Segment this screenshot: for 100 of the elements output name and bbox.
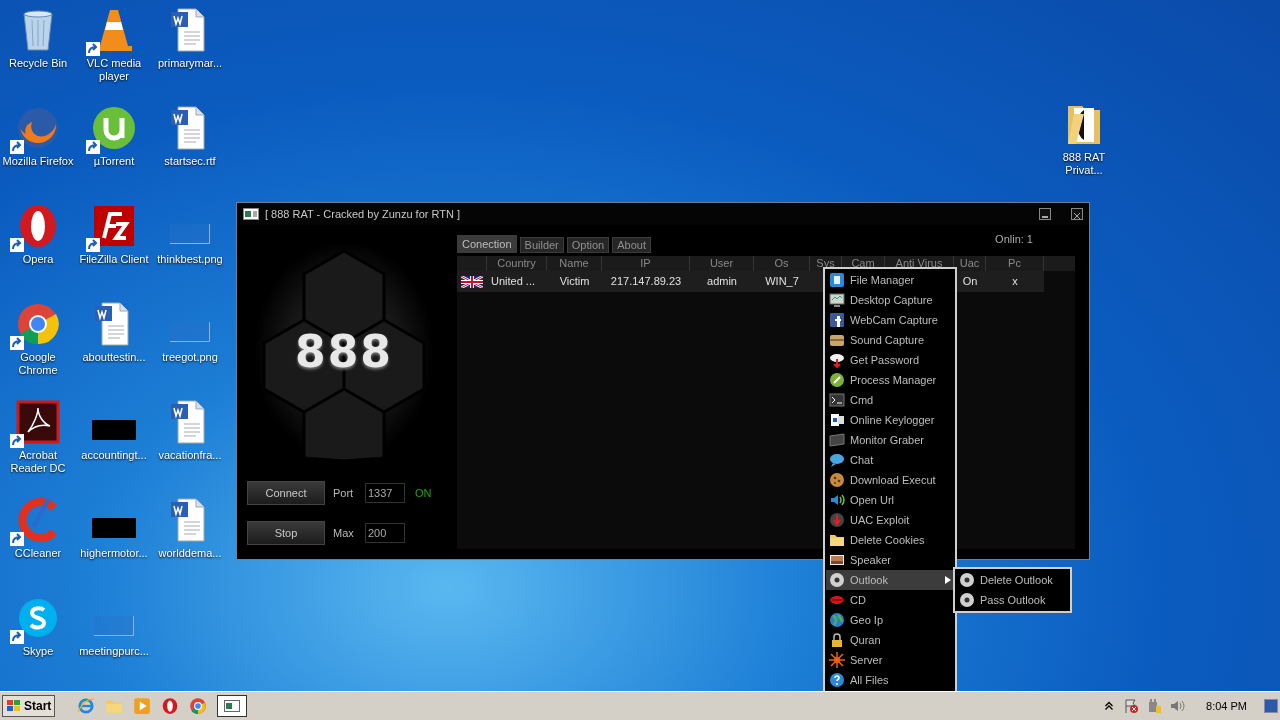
table-cell-text: x bbox=[1011, 274, 1019, 289]
menu-item[interactable]: Speaker bbox=[826, 550, 954, 570]
desktop-icon-label[interactable]: Mozilla Firefox bbox=[0, 155, 76, 168]
menu-item[interactable]: UAC Exploit bbox=[826, 510, 954, 530]
disc-icon bbox=[829, 572, 845, 588]
window-icon bbox=[243, 208, 259, 220]
sun-icon bbox=[829, 652, 845, 668]
menu-item[interactable]: Pass Outlook bbox=[956, 590, 1069, 610]
menu-item[interactable]: Server bbox=[826, 650, 954, 670]
folder-icon bbox=[829, 532, 845, 548]
monitor-icon bbox=[829, 292, 845, 308]
tile-icon bbox=[829, 272, 845, 288]
shortcut-arrow-icon bbox=[86, 140, 100, 154]
internet-explorer-icon[interactable] bbox=[77, 697, 96, 715]
image-thumbnail-icon bbox=[170, 322, 210, 342]
table-cell-text: WIN_7 bbox=[764, 274, 800, 289]
table-cell-text: United ... bbox=[490, 274, 537, 289]
desktop-icon-label[interactable]: Opera bbox=[0, 253, 76, 266]
table-cell-text: Victim bbox=[558, 274, 591, 289]
flag-icon[interactable] bbox=[1123, 698, 1140, 714]
menu-item[interactable]: WebCam Capture bbox=[826, 310, 954, 330]
tab[interactable]: Option bbox=[566, 237, 610, 253]
online-count: Onlin: 1 bbox=[995, 233, 1033, 245]
desktop-icon-label[interactable]: thinkbest.png bbox=[152, 253, 228, 266]
cloud-icon bbox=[829, 352, 845, 368]
image-thumbnail-icon bbox=[92, 518, 136, 538]
media-player-icon[interactable] bbox=[133, 697, 152, 715]
globe-icon bbox=[829, 612, 845, 628]
menu-item[interactable]: Quran bbox=[826, 630, 954, 650]
minimize-icon bbox=[1042, 216, 1048, 218]
menu-item[interactable]: Open Url bbox=[826, 490, 954, 510]
shortcut-arrow-icon bbox=[86, 238, 100, 252]
opera-icon[interactable] bbox=[161, 697, 180, 715]
utorrent-icon bbox=[90, 104, 138, 152]
power-plug-icon[interactable] bbox=[1146, 698, 1163, 714]
menu-item[interactable]: Download Execut bbox=[826, 470, 954, 490]
desktop-icon-label[interactable]: accountingt... bbox=[76, 449, 152, 462]
menu-item[interactable]: Process Manager bbox=[826, 370, 954, 390]
menu-item[interactable]: Desktop Capture bbox=[826, 290, 954, 310]
shortcut-arrow-icon bbox=[10, 336, 24, 350]
desktop-icon-label[interactable]: meetingpurc... bbox=[76, 645, 152, 658]
speaker-icon bbox=[829, 492, 845, 508]
monitor-icon bbox=[829, 432, 845, 448]
desktop-icon-label[interactable]: Acrobat Reader DC bbox=[0, 449, 76, 475]
menu-item[interactable]: File Manager bbox=[826, 270, 954, 290]
menu-item[interactable]: Outlook bbox=[826, 570, 954, 590]
desktop-icon-label[interactable]: µTorrent bbox=[76, 155, 152, 168]
desktop-icon-label[interactable]: worlddema... bbox=[152, 547, 228, 560]
desktop-icon-label[interactable]: Skype bbox=[0, 645, 76, 658]
menu-item[interactable]: Chat bbox=[826, 450, 954, 470]
tab[interactable]: About bbox=[612, 237, 651, 253]
table-cell-text: On bbox=[961, 274, 979, 289]
max-field[interactable]: 200 bbox=[365, 523, 405, 543]
speaker-icon[interactable] bbox=[1169, 698, 1186, 714]
menu-item[interactable]: Sound Capture bbox=[826, 330, 954, 350]
port-label: Port bbox=[333, 487, 355, 499]
speech-bubble-icon bbox=[829, 452, 845, 468]
menu-item[interactable]: Get Password bbox=[826, 350, 954, 370]
clock[interactable]: 8:04 PM bbox=[1206, 700, 1247, 712]
menu-item[interactable]: Online Keylogger bbox=[826, 410, 954, 430]
tab[interactable]: Builder bbox=[519, 237, 564, 253]
show-desktop-button[interactable] bbox=[1264, 699, 1278, 713]
desktop-icon-label[interactable]: abouttestin... bbox=[76, 351, 152, 364]
desktop-icon-label[interactable]: vacationfra... bbox=[152, 449, 228, 462]
tile-icon bbox=[829, 312, 845, 328]
windows-logo-icon bbox=[6, 699, 22, 713]
desktop-icon-label[interactable]: 888 RAT Privat... bbox=[1046, 151, 1122, 177]
disc-icon bbox=[959, 592, 975, 608]
status-text: ON bbox=[415, 487, 433, 499]
desktop-icon-label[interactable]: Recycle Bin bbox=[0, 57, 76, 70]
desktop-icon-label[interactable]: primarymar... bbox=[152, 57, 228, 70]
taskbar-window-button[interactable] bbox=[217, 695, 248, 717]
document-icon bbox=[829, 412, 845, 428]
tab[interactable]: Conection bbox=[457, 235, 517, 253]
desktop-icon-label[interactable]: VLC media player bbox=[76, 57, 152, 83]
menu-item[interactable]: Monitor Graber bbox=[826, 430, 954, 450]
stop-button[interactable]: Stop bbox=[247, 521, 325, 545]
menu-item[interactable]: Delete Outlook bbox=[956, 570, 1069, 590]
menu-item[interactable]: Cmd bbox=[826, 390, 954, 410]
chrome-icon[interactable] bbox=[189, 697, 208, 715]
disc-icon bbox=[959, 572, 975, 588]
desktop-icon-label[interactable]: treegot.png bbox=[152, 351, 228, 364]
close-button[interactable] bbox=[1071, 208, 1083, 220]
port-field[interactable]: 1337 bbox=[365, 483, 405, 503]
desktop-icon-label[interactable]: Google Chrome bbox=[0, 351, 76, 377]
start-button[interactable]: Start bbox=[2, 695, 56, 717]
desktop-icon-label[interactable]: startsec.rtf bbox=[152, 155, 228, 168]
table-cell-text: 217.147.89.23 bbox=[609, 274, 683, 289]
acrobat-icon bbox=[14, 398, 62, 446]
menu-item[interactable]: Delete Cookies bbox=[826, 530, 954, 550]
desktop-icon-label[interactable]: CCleaner bbox=[0, 547, 76, 560]
desktop-icon-label[interactable]: highermotor... bbox=[76, 547, 152, 560]
menu-item[interactable]: CD bbox=[826, 590, 954, 610]
desktop-icon-label[interactable]: FileZilla Client bbox=[76, 253, 152, 266]
minimize-button[interactable] bbox=[1039, 208, 1051, 220]
connect-button[interactable]: Connect bbox=[247, 481, 325, 505]
help-icon bbox=[829, 672, 845, 688]
menu-item[interactable]: Geo Ip bbox=[826, 610, 954, 630]
shortcut-arrow-icon bbox=[10, 630, 24, 644]
menu-item[interactable]: All Files bbox=[826, 670, 954, 690]
